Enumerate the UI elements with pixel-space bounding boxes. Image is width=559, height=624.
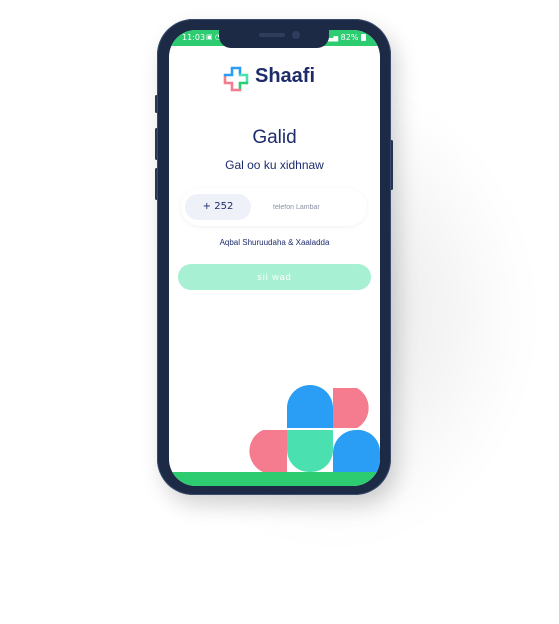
pink-drop-shape-top	[333, 388, 369, 428]
blue-circle-shape	[333, 429, 380, 472]
app-screen: 11:03 ▣ ◔ ▂▄▆ 82% Shaafi Galid Gal oo ku…	[169, 30, 380, 486]
teal-leaf-shape	[287, 430, 333, 472]
bottom-bar	[169, 472, 380, 486]
blue-drop-shape	[287, 385, 333, 428]
decorative-shapes	[249, 385, 380, 472]
pink-drop-shape-left	[249, 430, 287, 472]
